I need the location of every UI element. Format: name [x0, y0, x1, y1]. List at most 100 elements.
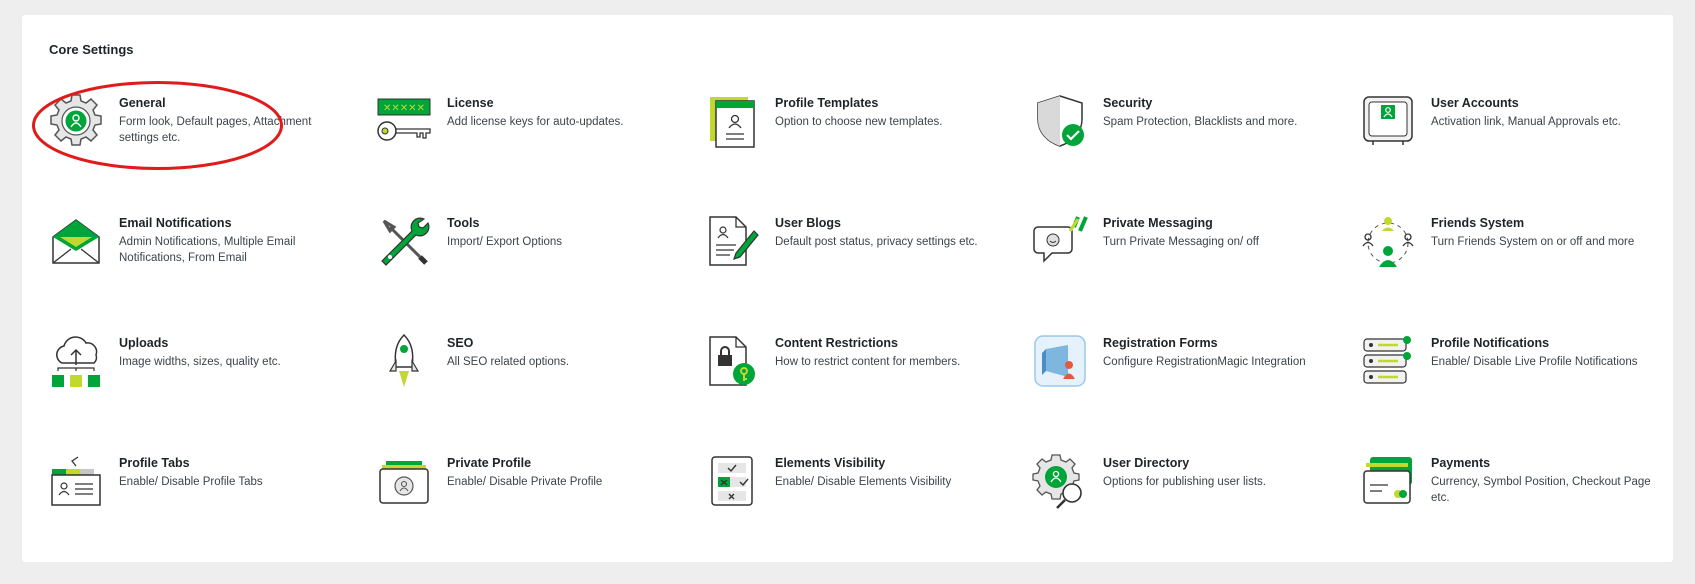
card-text: Elements Visibility Enable/ Disable Eleme…	[775, 456, 1000, 490]
settings-card-email-notifications[interactable]: Email Notifications Admin Notifications, …	[48, 213, 348, 303]
settings-card-tools[interactable]: Tools Import/ Export Options	[376, 213, 676, 303]
settings-card-seo[interactable]: SEO All SEO related options.	[376, 333, 676, 423]
card-description: Add license keys for auto-updates.	[447, 116, 624, 128]
settings-card-security[interactable]: Security Spam Protection, Blacklists and …	[1032, 93, 1332, 183]
settings-card-payments[interactable]: Payments Currency, Symbol Position, Check…	[1360, 453, 1660, 543]
card-title[interactable]: Uploads	[119, 336, 344, 350]
card-title[interactable]: License	[447, 96, 672, 110]
card-text: Profile Templates Option to choose new te…	[775, 96, 1000, 130]
credit-card-icon	[1360, 453, 1416, 509]
card-title[interactable]: User Accounts	[1431, 96, 1656, 110]
settings-card-general[interactable]: General Form look, Default pages, Attachm…	[48, 93, 348, 183]
tools-icon	[376, 213, 432, 269]
profile-template-icon	[704, 93, 760, 149]
card-title[interactable]: Registration Forms	[1103, 336, 1328, 350]
card-description: Form look, Default pages, Attachment set…	[119, 116, 312, 144]
envelope-icon	[48, 213, 104, 269]
registration-magic-icon	[1032, 333, 1088, 389]
card-text: Profile Notifications Enable/ Disable Liv…	[1431, 336, 1656, 370]
card-description: Activation link, Manual Approvals etc.	[1431, 116, 1621, 128]
card-title[interactable]: User Directory	[1103, 456, 1328, 470]
gear-user-icon	[48, 93, 104, 149]
settings-card-registration-forms[interactable]: Registration Forms Configure Registration…	[1032, 333, 1332, 423]
settings-card-user-directory[interactable]: User Directory Options for publishing use…	[1032, 453, 1332, 543]
card-text: Registration Forms Configure Registration…	[1103, 336, 1328, 370]
core-settings-panel: Core Settings General Form look, Default …	[22, 15, 1673, 562]
settings-card-uploads[interactable]: Uploads Image widths, sizes, quality etc.	[48, 333, 348, 423]
settings-card-license[interactable]: ✕✕✕✕✕ License Add license keys for auto-up…	[376, 93, 676, 183]
card-text: Uploads Image widths, sizes, quality etc.	[119, 336, 344, 370]
settings-card-elements-visibility[interactable]: Elements Visibility Enable/ Disable Eleme…	[704, 453, 1004, 543]
card-title[interactable]: Payments	[1431, 456, 1656, 470]
settings-card-user-accounts[interactable]: User Accounts Activation link, Manual App…	[1360, 93, 1660, 183]
card-text: Private Messaging Turn Private Messaging …	[1103, 216, 1328, 250]
settings-card-private-messaging[interactable]: Private Messaging Turn Private Messaging …	[1032, 213, 1332, 303]
card-title[interactable]: Profile Notifications	[1431, 336, 1656, 350]
card-title[interactable]: Elements Visibility	[775, 456, 1000, 470]
settings-card-friends-system[interactable]: Friends System Turn Friends System on or …	[1360, 213, 1660, 303]
card-text: Friends System Turn Friends System on or …	[1431, 216, 1656, 250]
friends-network-icon	[1360, 213, 1416, 269]
card-description: Currency, Symbol Position, Checkout Page…	[1431, 476, 1651, 504]
card-text: SEO All SEO related options.	[447, 336, 672, 370]
card-description: Enable/ Disable Private Profile	[447, 476, 603, 488]
settings-card-private-profile[interactable]: Private Profile Enable/ Disable Private P…	[376, 453, 676, 543]
cloud-upload-icon	[48, 333, 104, 389]
card-title[interactable]: Profile Tabs	[119, 456, 344, 470]
card-text: Tools Import/ Export Options	[447, 216, 672, 250]
card-title[interactable]: Email Notifications	[119, 216, 344, 230]
user-account-icon	[1360, 93, 1416, 149]
card-description: Option to choose new templates.	[775, 116, 943, 128]
user-search-icon	[1032, 453, 1088, 509]
card-title[interactable]: Security	[1103, 96, 1328, 110]
card-text: Private Profile Enable/ Disable Private P…	[447, 456, 672, 490]
card-title[interactable]: SEO	[447, 336, 672, 350]
card-text: Security Spam Protection, Blacklists and …	[1103, 96, 1328, 130]
card-title[interactable]: Private Profile	[447, 456, 672, 470]
settings-card-profile-templates[interactable]: Profile Templates Option to choose new te…	[704, 93, 1004, 183]
card-description: Enable/ Disable Elements Visibility	[775, 476, 952, 488]
card-title[interactable]: User Blogs	[775, 216, 1000, 230]
card-description: Admin Notifications, Multiple Email Noti…	[119, 236, 296, 264]
card-description: Configure RegistrationMagic Integration	[1103, 356, 1306, 368]
chat-bubble-icon	[1032, 213, 1088, 269]
card-description: Turn Private Messaging on/ off	[1103, 236, 1259, 248]
card-title[interactable]: Profile Templates	[775, 96, 1000, 110]
license-key-icon: ✕✕✕✕✕	[376, 93, 432, 149]
card-description: Options for publishing user lists.	[1103, 476, 1266, 488]
card-description: Turn Friends System on or off and more	[1431, 236, 1635, 248]
card-text: Email Notifications Admin Notifications, …	[119, 216, 344, 266]
profile-tabs-icon	[48, 453, 104, 509]
card-text: General Form look, Default pages, Attachm…	[119, 96, 344, 146]
shield-check-icon	[1032, 93, 1088, 149]
card-text: Content Restrictions How to restrict cont…	[775, 336, 1000, 370]
card-description: Default post status, privacy settings et…	[775, 236, 978, 248]
settings-card-content-restrictions[interactable]: Content Restrictions How to restrict cont…	[704, 333, 1004, 423]
card-title[interactable]: Content Restrictions	[775, 336, 1000, 350]
card-text: User Accounts Activation link, Manual App…	[1431, 96, 1656, 130]
locked-document-icon	[704, 333, 760, 389]
card-description: How to restrict content for members.	[775, 356, 961, 368]
card-description: All SEO related options.	[447, 356, 570, 368]
settings-card-profile-tabs[interactable]: Profile Tabs Enable/ Disable Profile Tabs	[48, 453, 348, 543]
notification-list-icon	[1360, 333, 1416, 389]
settings-grid: General Form look, Default pages, Attachm…	[22, 15, 1673, 562]
card-text: Profile Tabs Enable/ Disable Profile Tabs	[119, 456, 344, 490]
card-title[interactable]: Friends System	[1431, 216, 1656, 230]
checklist-icon	[704, 453, 760, 509]
card-text: License Add license keys for auto-updates…	[447, 96, 672, 130]
svg-text:✕✕✕✕✕: ✕✕✕✕✕	[383, 103, 425, 114]
card-title[interactable]: Tools	[447, 216, 672, 230]
card-title[interactable]: Private Messaging	[1103, 216, 1328, 230]
settings-card-profile-notifications[interactable]: Profile Notifications Enable/ Disable Liv…	[1360, 333, 1660, 423]
card-description: Spam Protection, Blacklists and more.	[1103, 116, 1298, 128]
card-text: User Directory Options for publishing use…	[1103, 456, 1328, 490]
card-description: Import/ Export Options	[447, 236, 563, 248]
card-description: Enable/ Disable Profile Tabs	[119, 476, 263, 488]
rocket-icon	[376, 333, 432, 389]
card-description: Enable/ Disable Live Profile Notificatio…	[1431, 356, 1638, 368]
card-title[interactable]: General	[119, 96, 344, 110]
card-text: User Blogs Default post status, privacy s…	[775, 216, 1000, 250]
settings-card-user-blogs[interactable]: User Blogs Default post status, privacy s…	[704, 213, 1004, 303]
card-text: Payments Currency, Symbol Position, Check…	[1431, 456, 1656, 506]
